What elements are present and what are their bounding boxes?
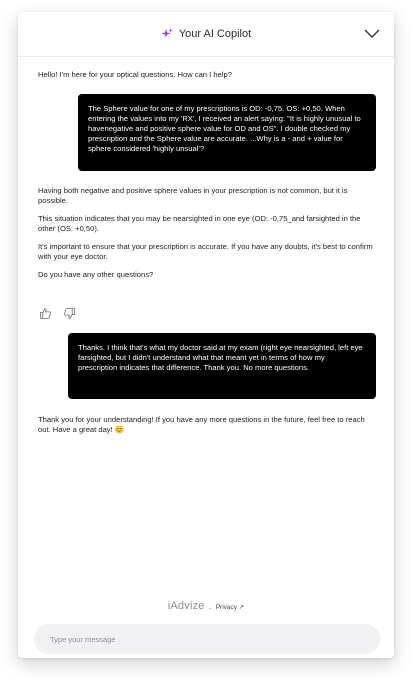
feedback-controls [38,306,76,320]
message-text: Thanks. I think that's what my doctor sa… [78,343,363,372]
message-paragraph: Do you have any other questions? [38,270,154,279]
powered-by-footer: iAdvize . Privacy ↗ [18,600,394,612]
bot-message-greeting: Hello! I'm here for your optical questio… [38,70,368,88]
chat-widget: Your AI Copilot Hello! I'm here for your… [18,12,394,658]
footer-separator: . [208,600,212,612]
header-title: Your AI Copilot [178,28,252,40]
message-text: Hello! I'm here for your optical questio… [38,70,232,79]
user-message-1: The Sphere value for one of my prescript… [78,94,376,171]
bot-message-2: Thank you for your understanding! If you… [38,415,374,443]
message-paragraph: It's important to ensure that your presc… [38,242,373,261]
thumbs-up-icon[interactable] [38,306,52,320]
message-paragraph: This situation indicates that you may be… [38,214,361,233]
thumbs-down-icon[interactable] [62,306,76,320]
privacy-link[interactable]: Privacy ↗ [216,603,245,611]
user-message-2: Thanks. I think that's what my doctor sa… [68,333,376,399]
message-text: Thank you for your understanding! If you… [38,415,365,434]
bot-message-1: Having both negative and positive sphere… [38,186,374,288]
message-paragraph: Having both negative and positive sphere… [38,186,348,205]
header-title-group: Your AI Copilot [161,28,251,40]
iadvize-logo: iAdvize [167,600,205,612]
message-input[interactable] [48,633,366,645]
sparkle-icon [161,28,173,40]
message-composer [34,624,380,654]
chat-header: Your AI Copilot [18,12,394,57]
message-text: The Sphere value for one of my prescript… [88,104,361,153]
chevron-down-icon[interactable] [362,24,382,44]
